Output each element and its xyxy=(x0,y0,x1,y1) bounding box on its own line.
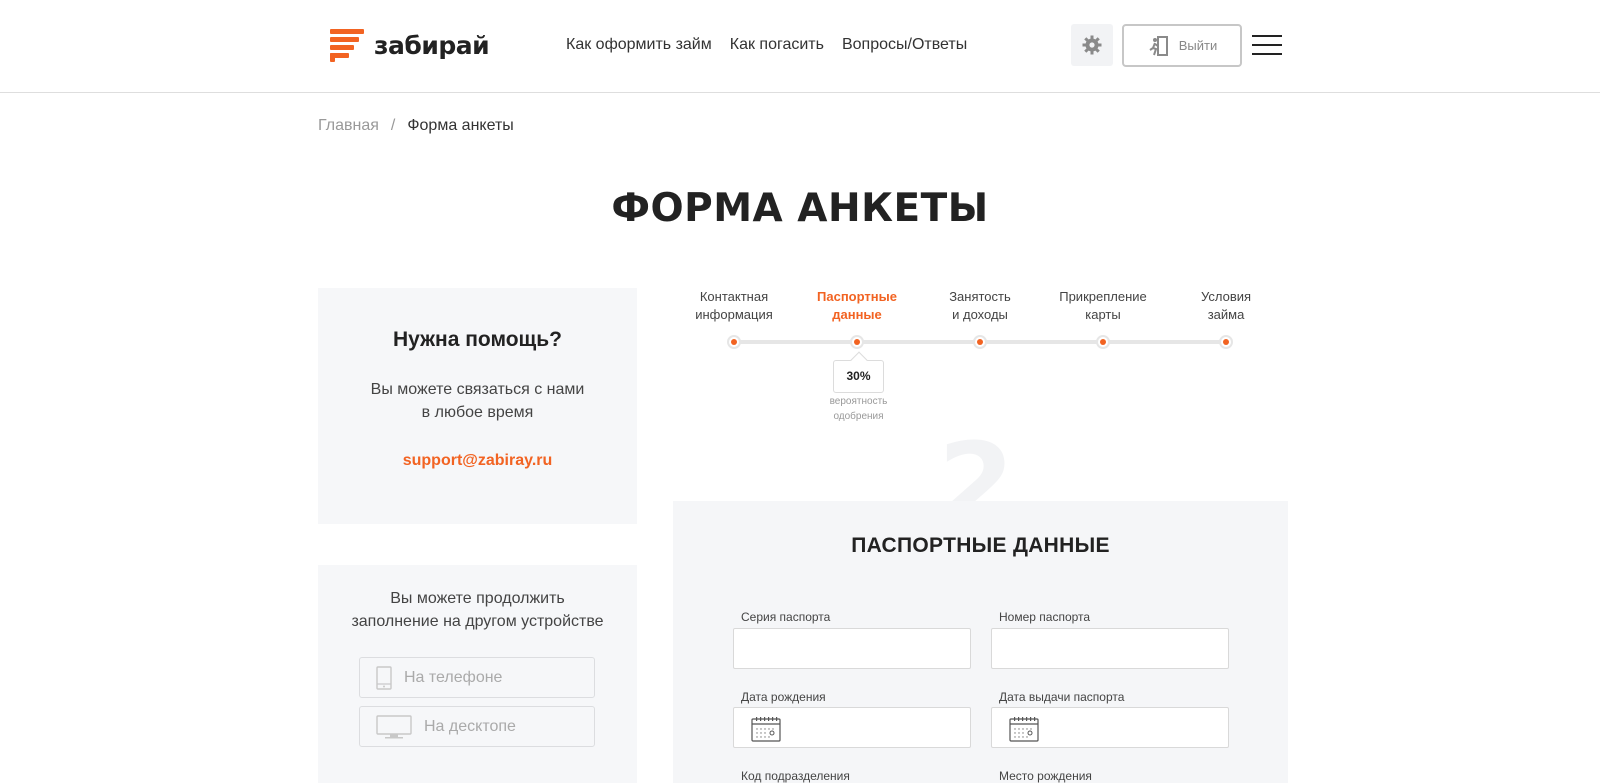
step-dot xyxy=(973,335,987,349)
step-label-line: информация xyxy=(695,307,773,322)
step-dot xyxy=(1096,335,1110,349)
step-label-line: и доходы xyxy=(952,307,1008,322)
step-label-line: Контактная xyxy=(699,289,769,304)
form-title: ПАСПОРТНЫЕ ДАННЫЕ xyxy=(851,534,1110,557)
gear-icon xyxy=(1082,35,1102,55)
help-text: Вы можете связаться с нами в любое время xyxy=(318,378,637,424)
desktop-icon xyxy=(376,714,412,739)
phone-label: На телефоне xyxy=(404,668,503,686)
help-title: Нужна помощь? xyxy=(393,328,562,351)
menu-icon[interactable] xyxy=(1252,35,1282,55)
passport-form-card: ПАСПОРТНЫЕ ДАННЫЕ Серия паспорта Номер п… xyxy=(673,501,1288,783)
main-nav: Как оформить займ Как погасить Вопросы/О… xyxy=(566,36,967,54)
step-number-watermark: 2 xyxy=(938,428,1015,501)
nav-link-faq[interactable]: Вопросы/Ответы xyxy=(842,36,967,54)
passport-number-input[interactable] xyxy=(991,628,1229,669)
progress-stepper: Контактная информация Паспортные данные … xyxy=(673,288,1288,438)
step-label-employment[interactable]: Занятость и доходы xyxy=(915,288,1045,324)
step-label-line: Условия xyxy=(1200,289,1252,304)
passport-number-label: Номер паспорта xyxy=(999,610,1091,624)
step-label-line: карты xyxy=(1085,307,1121,322)
device-text: Вы можете продолжить заполнение на друго… xyxy=(318,587,637,633)
approval-label-line: вероятность xyxy=(829,396,888,407)
header: забирай Как оформить займ Как погасить В… xyxy=(0,0,1600,93)
device-text-line: Вы можете продолжить xyxy=(390,590,565,607)
step-label-passport[interactable]: Паспортные данные xyxy=(792,288,922,324)
step-label-line: Паспортные xyxy=(817,289,897,304)
logo[interactable]: забирай xyxy=(330,27,490,63)
step-label-contact[interactable]: Контактная информация xyxy=(669,288,799,324)
logo-mark-icon xyxy=(330,27,366,63)
birth-date-label: Дата рождения xyxy=(741,690,826,704)
breadcrumb-home[interactable]: Главная xyxy=(318,117,379,135)
logout-door-icon xyxy=(1149,35,1168,56)
breadcrumb-current: Форма анкеты xyxy=(407,117,514,134)
approval-label-line: одобрения xyxy=(833,411,884,422)
approval-probability-badge: 30% xyxy=(833,360,884,393)
continue-on-device-card: Вы можете продолжить заполнение на друго… xyxy=(318,565,637,783)
division-code-label: Код подразделения xyxy=(741,769,850,783)
help-card: Нужна помощь? Вы можете связаться с нами… xyxy=(318,288,637,524)
breadcrumb-separator: / xyxy=(390,117,396,134)
phone-icon xyxy=(376,665,392,690)
step-label-line: займа xyxy=(1207,307,1245,322)
settings-button[interactable] xyxy=(1071,24,1113,66)
logo-text: забирай xyxy=(374,30,490,60)
passport-series-label: Серия паспорта xyxy=(741,610,831,624)
desktop-label: На десктопе xyxy=(424,717,516,735)
page-title: ФОРМА АНКЕТЫ xyxy=(611,186,989,231)
step-dot xyxy=(727,335,741,349)
birth-place-label: Место рождения xyxy=(999,769,1092,783)
nav-link-how-to-apply[interactable]: Как оформить займ xyxy=(566,36,712,54)
calendar-icon[interactable] xyxy=(1009,716,1039,742)
calendar-icon[interactable] xyxy=(751,716,781,742)
device-text-line: заполнение на другом устройстве xyxy=(351,613,604,630)
step-label-line: Занятость xyxy=(949,289,1011,304)
approval-probability-label: вероятность одобрения xyxy=(808,394,909,424)
step-label-card[interactable]: Прикрепление карты xyxy=(1038,288,1168,324)
step-dot xyxy=(1219,335,1233,349)
step-label-loan-terms[interactable]: Условия займа xyxy=(1161,288,1291,324)
breadcrumb: Главная / Форма анкеты xyxy=(318,117,514,135)
logout-label: Выйти xyxy=(1178,38,1218,53)
help-text-line: в любое время xyxy=(421,404,534,421)
help-text-line: Вы можете связаться с нами xyxy=(370,381,585,398)
nav-link-how-to-repay[interactable]: Как погасить xyxy=(730,36,824,54)
passport-series-input[interactable] xyxy=(733,628,971,669)
step-label-line: данные xyxy=(832,307,882,322)
issue-date-input[interactable] xyxy=(991,707,1229,748)
step-label-line: Прикрепление xyxy=(1059,289,1147,304)
continue-on-phone-button[interactable]: На телефоне xyxy=(359,657,595,698)
support-email-link[interactable]: support@zabiray.ru xyxy=(318,452,637,470)
step-dot xyxy=(850,335,864,349)
logout-button[interactable]: Выйти xyxy=(1122,24,1242,67)
birth-date-input[interactable] xyxy=(733,707,971,748)
issue-date-label: Дата выдачи паспорта xyxy=(999,690,1125,704)
continue-on-desktop-button[interactable]: На десктопе xyxy=(359,706,595,747)
